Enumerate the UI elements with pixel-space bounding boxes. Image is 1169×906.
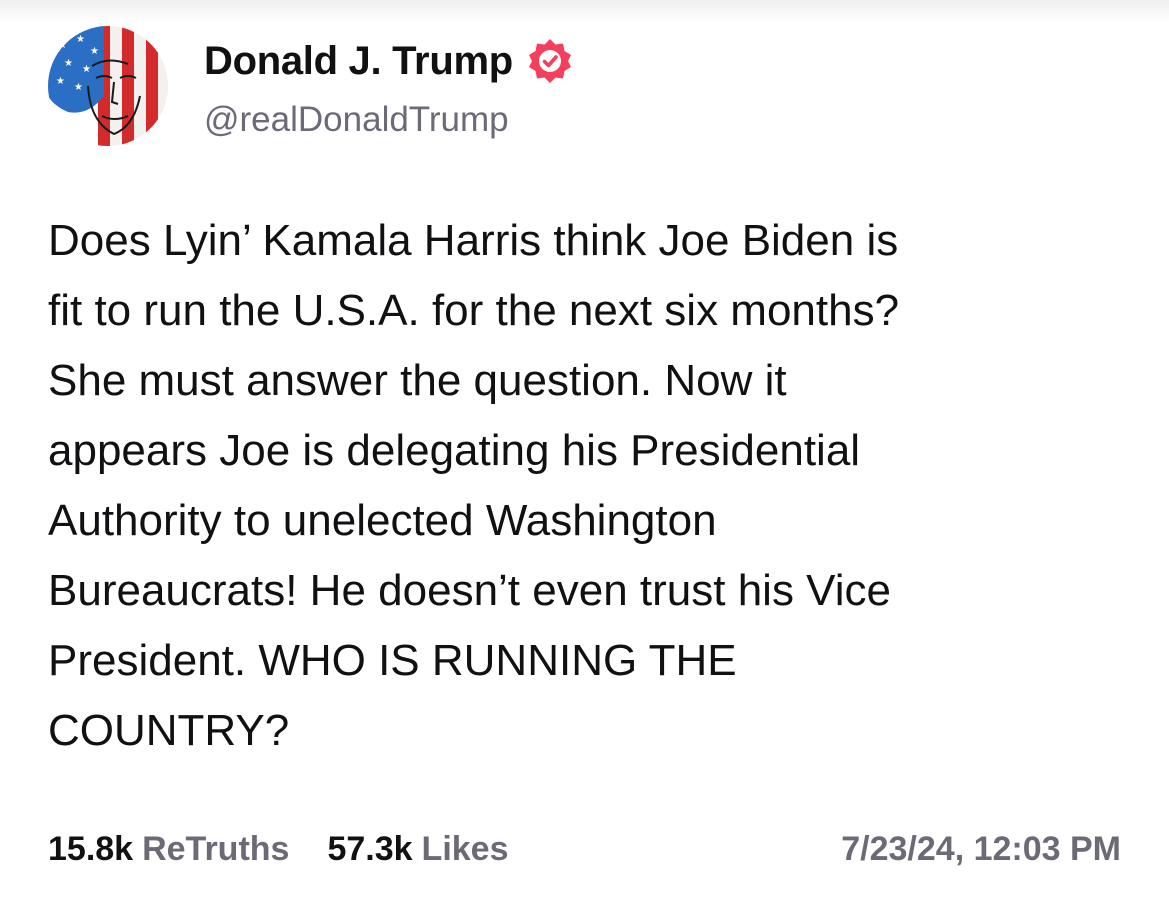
svg-text:★: ★ [64, 58, 73, 69]
svg-text:★: ★ [82, 64, 91, 75]
likes-stat[interactable]: 57.3k Likes [327, 830, 508, 869]
avatar[interactable]: ★ ★ ★ ★ ★ ★ ★ [48, 26, 168, 146]
author-handle[interactable]: @realDonaldTrump [204, 100, 509, 140]
svg-text:★: ★ [90, 46, 99, 57]
author-display-name[interactable]: Donald J. Trump [204, 39, 513, 84]
retruths-count: 15.8k [48, 830, 134, 868]
svg-text:★: ★ [58, 40, 67, 51]
retruths-label: ReTruths [142, 830, 290, 868]
svg-text:★: ★ [56, 76, 65, 87]
flag-portrait-avatar-icon: ★ ★ ★ ★ ★ ★ ★ [48, 26, 168, 146]
likes-count: 57.3k [327, 830, 413, 868]
likes-label: Likes [421, 830, 509, 868]
svg-text:★: ★ [76, 34, 85, 45]
svg-text:★: ★ [74, 82, 83, 93]
post-stats: 15.8k ReTruths 57.3k Likes [48, 830, 547, 869]
top-shade [0, 0, 1169, 22]
post-text: Does Lyin’ Kamala Harris think Joe Biden… [48, 216, 900, 755]
post-timestamp: 7/23/24, 12:03 PM [841, 830, 1121, 868]
author-name-row[interactable]: Donald J. Trump [204, 36, 575, 86]
retruths-stat[interactable]: 15.8k ReTruths [48, 830, 289, 869]
verified-badge-icon [525, 36, 575, 86]
